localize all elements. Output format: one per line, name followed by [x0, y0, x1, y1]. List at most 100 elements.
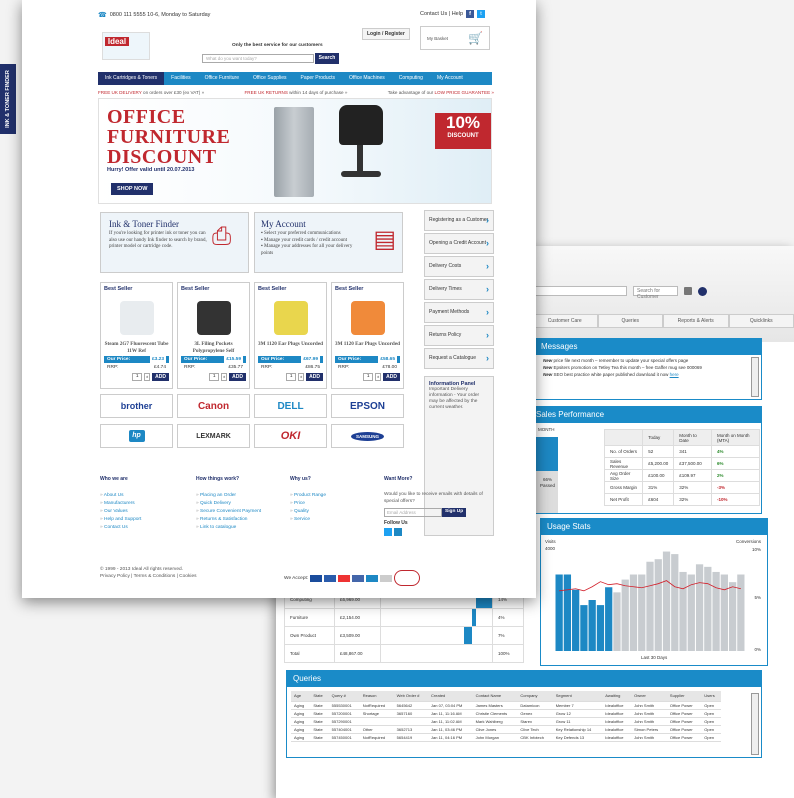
- email-field[interactable]: Email Address: [384, 508, 442, 517]
- footer-link[interactable]: Secure Convenient Payment: [196, 508, 290, 516]
- product-card[interactable]: Best Seller Steam 2G7 Fluorescent Tube 1…: [100, 282, 173, 389]
- brand-samsung[interactable]: SAMSUNG: [331, 424, 404, 448]
- message-item: New SEO best practice white paper publis…: [543, 372, 679, 377]
- link-catalogue[interactable]: Request a Catalogue: [424, 348, 494, 369]
- quantity-field[interactable]: 1: [132, 373, 143, 381]
- add-button[interactable]: ADD: [383, 373, 400, 381]
- add-button[interactable]: ADD: [229, 373, 246, 381]
- here-link[interactable]: here: [670, 372, 679, 377]
- quantity-stepper-icon[interactable]: ±: [298, 373, 305, 381]
- brand-hp[interactable]: hp: [100, 424, 173, 448]
- query-row[interactable]: Aging State 557404001 Other 3652713 Jan 11, 0…: [291, 725, 721, 734]
- search-input[interactable]: What do you want today?: [202, 54, 314, 63]
- ideal-logo[interactable]: Ideal: [102, 32, 150, 60]
- brand-canon[interactable]: Canon: [177, 394, 250, 418]
- my-account-box[interactable]: My Account ▪ Select your preferred commu…: [254, 212, 403, 273]
- youtube-icon[interactable]: [394, 528, 402, 536]
- nav-computing[interactable]: Computing: [392, 72, 430, 85]
- product-card[interactable]: Best Seller 3L Filing Pockets Polypropyl…: [177, 282, 250, 389]
- twitter-icon[interactable]: [384, 528, 392, 536]
- category-bar: [464, 627, 473, 644]
- link-delivery-costs[interactable]: Delivery Costs: [424, 256, 494, 277]
- add-to-basket: 1 ± ADD: [181, 373, 246, 381]
- footer-link[interactable]: Price: [290, 500, 384, 508]
- messages-scrollbar[interactable]: [751, 357, 759, 397]
- twitter-icon[interactable]: t: [477, 10, 486, 18]
- footer-link[interactable]: Service: [290, 516, 384, 524]
- quantity-field[interactable]: 1: [286, 373, 297, 381]
- quantity-stepper-icon[interactable]: ±: [221, 373, 228, 381]
- footer-link[interactable]: Contact Us: [100, 524, 196, 532]
- go-icon[interactable]: [698, 286, 707, 296]
- tab-reports-alerts[interactable]: Reports & Alerts: [663, 314, 729, 328]
- product-card[interactable]: Best Seller 3M 1120 Ear Plugs Uncorded O…: [254, 282, 327, 389]
- login-button[interactable]: Login / Register: [362, 28, 410, 40]
- quantity-stepper-icon[interactable]: ±: [144, 373, 151, 381]
- shop-now-button[interactable]: SHOP NOW: [111, 183, 154, 195]
- quantity-field[interactable]: 1: [209, 373, 220, 381]
- product-name[interactable]: 3M 1120 Ear Plugs Uncorded: [255, 341, 326, 355]
- brand-brother[interactable]: brother: [100, 394, 173, 418]
- usage-chart: [555, 551, 745, 651]
- footer-link[interactable]: Quality: [290, 508, 384, 516]
- nav-my-account[interactable]: My Account: [430, 72, 470, 85]
- footer-link[interactable]: Returns & Satisfaction: [196, 516, 290, 524]
- product-card[interactable]: Best Seller 3M 1120 Ear Plugs Uncorded O…: [331, 282, 404, 389]
- sign-up-button[interactable]: Sign Up: [442, 508, 467, 517]
- facebook-icon[interactable]: f: [466, 10, 475, 18]
- search-dropdown-icon[interactable]: [684, 287, 692, 295]
- query-cell: James Masters: [472, 701, 518, 710]
- brand-dell[interactable]: DELL: [254, 394, 327, 418]
- queries-scrollbar[interactable]: [751, 693, 759, 755]
- brand-oki[interactable]: OKI: [254, 424, 327, 448]
- nav-facilities[interactable]: Facilities: [164, 72, 197, 85]
- amex-icon: [366, 574, 379, 582]
- footer-link[interactable]: Link to catalogue: [196, 524, 290, 532]
- query-row[interactable]: Aging State 557200001 Shortage 3657160 Jan 11…: [291, 709, 721, 718]
- link-returns-policy[interactable]: Returns Policy: [424, 325, 494, 346]
- ink-finder-box[interactable]: Ink & Toner Finder If you're looking for…: [100, 212, 249, 273]
- footer-link[interactable]: About Us: [100, 492, 196, 500]
- promo-delivery[interactable]: FREE UK DELIVERY on orders over £30 (ex …: [98, 90, 204, 95]
- customer-search-field[interactable]: Search for Customer: [633, 286, 678, 300]
- link-registering[interactable]: Registering as a Customer: [424, 210, 494, 231]
- promo-price-guarantee[interactable]: Take advantage of our LOW PRICE GUARANTE…: [388, 90, 494, 95]
- nav-office-furniture[interactable]: Office Furniture: [198, 72, 246, 85]
- product-name[interactable]: 3L Filing Pockets Polypropylene Self: [178, 341, 249, 355]
- basket-button[interactable]: My Basket 🛒: [420, 26, 490, 50]
- footer-link[interactable]: Product Range: [290, 492, 384, 500]
- footer-link[interactable]: Quick Delivery: [196, 500, 290, 508]
- nav-office-machines[interactable]: Office Machines: [342, 72, 392, 85]
- query-row[interactable]: Aging State 557290001 Jan 11, 11:02 AM Mark …: [291, 717, 721, 726]
- nav-office-supplies[interactable]: Office Supplies: [246, 72, 294, 85]
- policy-links[interactable]: Privacy Policy | Terms & Conditions | Co…: [100, 573, 197, 580]
- tab-quicklinks[interactable]: Quicklinks: [728, 314, 794, 328]
- footer-link[interactable]: Manufacturers: [100, 500, 196, 508]
- nav-ink-cartridges[interactable]: Ink Cartridges & Toners: [98, 72, 165, 85]
- link-credit-account[interactable]: Opening a Credit Account: [424, 233, 494, 254]
- add-button[interactable]: ADD: [152, 373, 169, 381]
- tab-customer-care[interactable]: Customer Care: [532, 314, 598, 328]
- ink-toner-finder-tab[interactable]: INK & TONER FINDER: [0, 64, 16, 134]
- quantity-stepper-icon[interactable]: ±: [375, 373, 382, 381]
- tab-queries[interactable]: Queries: [597, 314, 663, 328]
- footer-link[interactable]: Our Values: [100, 508, 196, 516]
- brand-epson[interactable]: EPSON: [331, 394, 404, 418]
- query-row[interactable]: Aging State 555530001 NotRequired 5645642 Jan…: [291, 701, 721, 710]
- footer-link[interactable]: Help and Support: [100, 516, 196, 524]
- add-button[interactable]: ADD: [306, 373, 323, 381]
- brand-lexmark[interactable]: LEXMARK: [177, 424, 250, 448]
- product-name[interactable]: Steam 2G7 Fluorescent Tube 11W Ref: [101, 341, 172, 355]
- contact-help-links[interactable]: Contact Us | Help: [420, 11, 463, 17]
- query-row[interactable]: Aging State 557450001 NotRequired 5654419 Jan…: [291, 733, 721, 742]
- promo-returns[interactable]: FREE UK RETURNS within 14 days of purcha…: [245, 90, 348, 95]
- link-delivery-times[interactable]: Delivery Times: [424, 279, 494, 300]
- hero-banner[interactable]: OFFICE FURNITURE DISCOUNT Hurry! Offer v…: [98, 98, 492, 204]
- quantity-field[interactable]: 1: [363, 373, 374, 381]
- nav-paper-products[interactable]: Paper Products: [294, 72, 342, 85]
- footer-link[interactable]: Placing an Order: [196, 492, 290, 500]
- customer-search-input[interactable]: [532, 286, 627, 296]
- product-name[interactable]: 3M 1120 Ear Plugs Uncorded: [332, 341, 403, 355]
- link-payment-methods[interactable]: Payment Methods: [424, 302, 494, 323]
- search-button[interactable]: Search: [315, 53, 339, 64]
